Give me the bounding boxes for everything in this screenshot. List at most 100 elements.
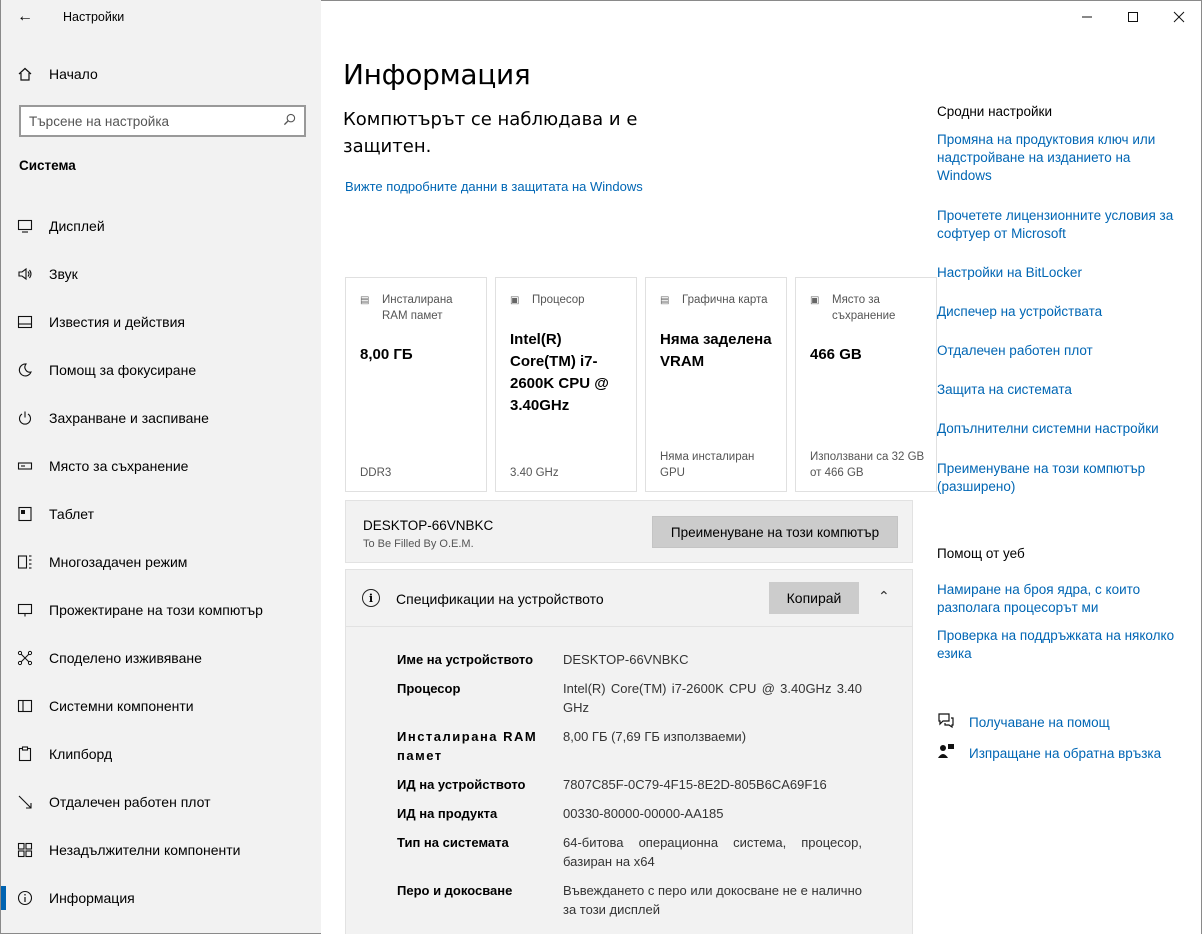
sidebar-item-notifications[interactable]: Известия и действия [1, 298, 322, 346]
card-value: Intel(R) Core(TM) i7-2600K CPU @ 3.40GHz [510, 331, 609, 414]
sidebar-item-label: Помощ за фокусиране [49, 362, 197, 378]
sidebar-item-multitasking[interactable]: Многозадачен режим [1, 538, 322, 586]
spec-row: ИД на продукта 00330-80000-00000-AA185 [397, 804, 862, 823]
spec-row: Име на устройството DESKTOP-66VNBKC [397, 650, 862, 669]
chevron-up-icon[interactable]: ⌃ [878, 588, 890, 605]
sidebar-item-projecting[interactable]: Прожектиране на този компютър [1, 586, 322, 634]
sidebar-item-label: Захранване и заспиване [49, 410, 209, 426]
spec-value: DESKTOP-66VNBKC [563, 652, 689, 667]
minimize-button[interactable] [1064, 0, 1110, 34]
card-title: Графична карта [682, 294, 768, 306]
protection-details-link[interactable]: Вижте подробните данни в защитата на Win… [345, 179, 643, 194]
tablet-icon [1, 506, 49, 522]
link-rename-advanced[interactable]: Преименуване на този компютър (разширено… [937, 460, 1177, 496]
sidebar-item-shared-experiences[interactable]: Споделено изживяване [1, 634, 322, 682]
spec-value: 64-битова операционна система, процесор,… [563, 835, 862, 869]
sidebar-item-label: Място за съхранение [49, 458, 189, 474]
sidebar-item-label: Клипборд [49, 746, 113, 762]
search-input[interactable]: Търсене на настройка [19, 105, 306, 137]
sidebar-item-home[interactable]: Начало [1, 60, 322, 88]
back-arrow-icon: ← [17, 8, 33, 25]
link-remote-desktop[interactable]: Отдалечен работен плот [937, 342, 1177, 360]
cpu-icon: ▣ [510, 295, 520, 306]
sidebar-item-optional-features[interactable]: Незадължителни компоненти [1, 826, 322, 874]
spec-row: Инсталирана RAM памет 8,00 ГБ (7,69 ГБ из… [397, 727, 862, 765]
disk-icon: ▣ [810, 295, 820, 306]
notifications-icon [1, 314, 49, 330]
sidebar-item-label: Известия и действия [49, 314, 185, 330]
sidebar-item-label: Отдалечен работен плот [49, 794, 211, 810]
link-multi-language[interactable]: Проверка на поддръжката на няколко езика [937, 627, 1177, 663]
remote-icon [1, 794, 49, 810]
device-specs-header[interactable]: i Спецификации на устройството Копирай ⌃ [346, 570, 912, 627]
sidebar-item-display[interactable]: Дисплей [1, 202, 322, 250]
sidebar-item-sound[interactable]: Звук [1, 250, 322, 298]
sidebar-item-storage[interactable]: Място за съхранение [1, 442, 322, 490]
spec-value: 00330-80000-00000-AA185 [563, 806, 724, 821]
sidebar-item-about[interactable]: Информация [1, 874, 322, 922]
spec-key: ИД на устройството [397, 777, 526, 792]
search-placeholder: Търсене на настройка [29, 113, 170, 129]
rename-pc-button[interactable]: Преименуване на този компютър [652, 516, 898, 548]
feedback-label: Изпращане на обратна връзка [969, 745, 1162, 761]
chat-help-icon [937, 712, 969, 732]
spec-key: Име на устройството [397, 652, 534, 667]
sidebar-item-label: Незадължителни компоненти [49, 842, 241, 858]
spec-key: Инсталирана RAM памет [397, 729, 538, 763]
card-title: Място за съхранение [832, 294, 896, 322]
feedback-icon [937, 743, 969, 763]
optional-icon [1, 842, 49, 858]
close-button[interactable] [1156, 0, 1202, 34]
power-icon [1, 410, 49, 426]
maximize-icon [1128, 12, 1138, 22]
card-footer: Използвани са 32 GB от 466 GB [810, 451, 925, 479]
device-specs-title: Спецификации на устройството [396, 591, 604, 607]
get-help-label: Получаване на помощ [969, 714, 1110, 730]
spec-row: ИД на устройството 7807C85F-0C79-4F15-8E2… [397, 775, 862, 794]
card-title: Процесор [532, 294, 585, 306]
sidebar-item-label: Системни компоненти [49, 698, 194, 714]
spec-value: 7807C85F-0C79-4F15-8E2D-805B6CA69F16 [563, 777, 827, 792]
copy-button[interactable]: Копирай [769, 582, 859, 614]
link-bitlocker[interactable]: Настройки на BitLocker [937, 264, 1177, 282]
sidebar-item-label: Таблет [49, 506, 95, 522]
sidebar-item-clipboard[interactable]: Клипборд [1, 730, 322, 778]
sidebar-item-tablet[interactable]: Таблет [1, 490, 322, 538]
link-system-protection[interactable]: Защита на системата [937, 381, 1177, 399]
spec-row: Процесор Intel(R) Core(TM) i7-2600K CPU @… [397, 679, 862, 717]
card-footer: DDR3 [360, 467, 392, 479]
maximize-button[interactable] [1110, 0, 1156, 34]
link-license-terms[interactable]: Прочетете лицензионните условия за софту… [937, 207, 1177, 243]
link-advanced-system-settings[interactable]: Допълнителни системни настройки [937, 420, 1177, 438]
search-icon [283, 113, 296, 129]
protection-status: Компютърът се наблюдава и е защитен. [343, 109, 638, 157]
info-icon: i [362, 589, 380, 607]
feedback-link[interactable]: Изпращане на обратна връзка [937, 743, 1161, 763]
window-controls [1064, 0, 1202, 34]
related-settings-title: Сродни настройки [937, 104, 1052, 119]
card-title: Инсталирана RAM памет [382, 294, 453, 322]
components-icon [1, 698, 49, 714]
link-product-key[interactable]: Промяна на продуктовия ключ или надстрой… [937, 131, 1177, 185]
spec-key: Перо и докосване [397, 883, 513, 898]
clipboard-icon [1, 746, 49, 762]
sidebar-item-label: Звук [49, 266, 78, 282]
nav-list: Дисплей Звук Известия и действия Помощ з… [1, 202, 322, 922]
link-find-cores[interactable]: Намиране на броя ядра, с които разполага… [937, 581, 1177, 617]
device-bar: DESKTOP-66VNBKC To Be Filled By O.E.M. П… [345, 500, 913, 563]
sidebar-item-focus-assist[interactable]: Помощ за фокусиране [1, 346, 322, 394]
sidebar: ← Настройки Начало Търсене на настройка … [0, 0, 321, 934]
close-icon [1173, 11, 1185, 23]
card-value: 8,00 ГБ [360, 346, 413, 363]
sidebar-item-remote-desktop[interactable]: Отдалечен работен плот [1, 778, 322, 826]
card-processor: ▣ Процесор Intel(R) Core(TM) i7-2600K CPU… [495, 277, 637, 492]
back-button[interactable]: ← [1, 0, 49, 34]
sidebar-item-label: Информация [49, 890, 135, 906]
sidebar-item-system-components[interactable]: Системни компоненти [1, 682, 322, 730]
web-help-title: Помощ от уеб [937, 546, 1025, 561]
sidebar-item-power[interactable]: Захранване и заспиване [1, 394, 322, 442]
get-help-link[interactable]: Получаване на помощ [937, 712, 1110, 732]
section-title: Система [19, 158, 76, 173]
link-device-manager[interactable]: Диспечер на устройствата [937, 303, 1177, 321]
card-footer: Няма инсталиран GPU [660, 451, 755, 479]
